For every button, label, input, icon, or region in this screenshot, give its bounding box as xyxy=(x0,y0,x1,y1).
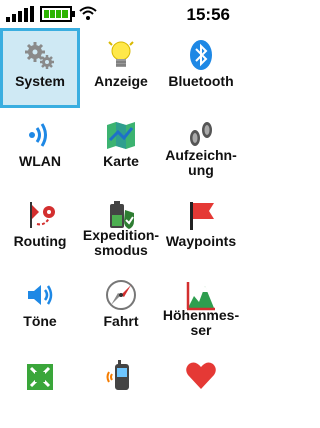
menu-item-label: Karte xyxy=(103,153,139,169)
heart-icon xyxy=(184,358,218,392)
route-pins-icon xyxy=(23,198,57,232)
map-icon xyxy=(104,118,138,152)
compass-icon xyxy=(104,278,138,312)
menu-item-label: Expedition- smodus xyxy=(82,227,160,258)
menu-item-label: Aufzeichn- ung xyxy=(165,147,237,178)
menu-item-fitness[interactable] xyxy=(161,348,241,428)
menu-item-karte[interactable]: Karte xyxy=(81,108,161,188)
gear-icon xyxy=(23,38,57,72)
geocache-icon xyxy=(23,358,57,392)
menu-item-label: Höhenmes- ser xyxy=(162,307,240,338)
menu-item-fahrt[interactable]: Fahrt xyxy=(81,268,161,348)
status-bar: 15:56 xyxy=(0,0,242,28)
menu-item-waypoints[interactable]: Waypoints xyxy=(161,188,241,268)
menu-item-label: WLAN xyxy=(19,153,61,169)
menu-item-label: Bluetooth xyxy=(168,73,234,89)
menu-item-routing[interactable]: Routing xyxy=(0,188,80,268)
menu-item-geocaching[interactable] xyxy=(0,348,80,428)
handheld-device-icon xyxy=(104,358,138,392)
menu-item-system[interactable]: System xyxy=(0,28,80,108)
speaker-icon xyxy=(23,278,57,312)
wifi-icon xyxy=(23,118,57,152)
menu-item-toene[interactable]: Töne xyxy=(0,268,80,348)
menu-item-expeditionsmodus[interactable]: Expedition- smodus xyxy=(81,188,161,268)
signal-icon xyxy=(6,6,40,22)
menu-item-hoehenmesser[interactable]: Höhenmes- ser xyxy=(161,268,241,348)
menu-item-label: Waypoints xyxy=(165,233,237,249)
menu-item-wlan[interactable]: WLAN xyxy=(0,108,80,188)
bluetooth-icon xyxy=(184,38,218,72)
battery-icon xyxy=(40,6,76,22)
menu-item-label: Anzeige xyxy=(94,73,148,89)
menu-item-label: Fahrt xyxy=(103,313,139,329)
menu-item-bluetooth[interactable]: Bluetooth xyxy=(161,28,241,108)
menu-item-anzeige[interactable]: Anzeige xyxy=(81,28,161,108)
lightbulb-icon xyxy=(104,38,138,72)
clock-time: 15:56 xyxy=(186,5,230,24)
menu-item-aufzeichnung[interactable]: Aufzeichn- ung xyxy=(161,108,241,188)
settings-menu-grid: System Anzeige Bluetooth WLAN Karte Aufz… xyxy=(0,28,242,402)
menu-item-label: System xyxy=(15,73,65,89)
menu-item-label: Routing xyxy=(13,233,67,249)
menu-item-label: Töne xyxy=(23,313,57,329)
wifi-status-icon xyxy=(79,5,97,21)
flag-icon xyxy=(184,198,218,232)
menu-item-device[interactable] xyxy=(81,348,161,428)
